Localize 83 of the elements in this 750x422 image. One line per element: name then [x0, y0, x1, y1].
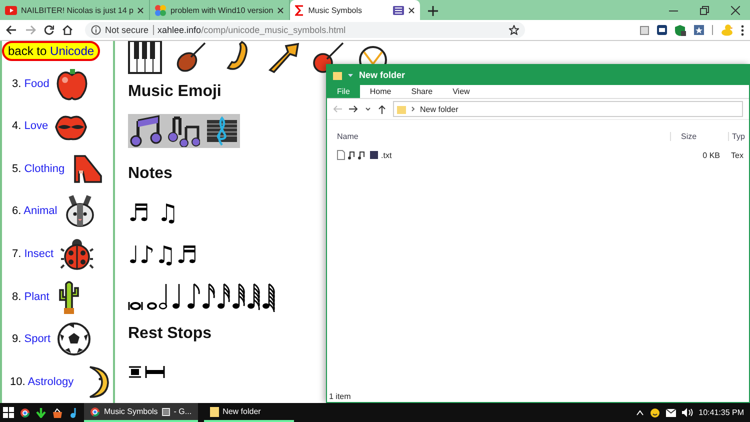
download-icon[interactable] [36, 408, 46, 418]
info-icon [91, 25, 101, 35]
smiley-icon[interactable] [650, 408, 660, 418]
address-bar[interactable]: Not secure xahlee.info/comp/unicode_music_symbols.html [85, 22, 525, 38]
taskbar-button[interactable]: New folder [204, 403, 294, 422]
breadcrumb-text: New folder [420, 104, 458, 114]
plus-icon[interactable] [428, 6, 438, 16]
back-arrow-icon[interactable] [6, 25, 17, 35]
close-icon [408, 6, 416, 14]
video-logo-icon [5, 6, 17, 14]
column-header[interactable]: Size [670, 132, 728, 140]
taskbar-button[interactable]: Music Symbols - G... [84, 403, 198, 422]
section-heading: Notes [128, 164, 172, 184]
forward-arrow-icon[interactable] [349, 105, 358, 113]
sigma-icon [295, 4, 304, 16]
column-header[interactable]: Typ [728, 132, 749, 140]
browser-icon[interactable] [20, 408, 30, 418]
ribbon-tab[interactable]: Share [401, 85, 443, 98]
chevron-up-icon[interactable] [636, 410, 644, 416]
music-score-icon [393, 6, 404, 14]
status-text: 1 item [328, 392, 352, 402]
close-icon[interactable] [731, 6, 740, 14]
home-icon[interactable] [62, 25, 73, 35]
music-note-icon[interactable] [69, 407, 78, 418]
file-type: Tex [730, 150, 744, 160]
ribbon-tab[interactable]: View [442, 85, 480, 98]
file-row[interactable]: .txt 0 KB Tex [327, 147, 749, 163]
dropdown-icon[interactable] [347, 72, 354, 78]
clock-time: 10:41:35 PM [698, 408, 745, 417]
ribbon-tab[interactable]: Home [360, 85, 402, 98]
apple-icon [55, 66, 90, 101]
category-link[interactable]: 4. Love [12, 120, 48, 132]
pinwheel-icon [155, 4, 166, 16]
text-file-icon [337, 150, 345, 160]
soccer-ball-icon [56, 322, 91, 356]
speaker-icon[interactable] [682, 408, 693, 417]
close-icon [277, 6, 284, 14]
music-note-icon [130, 115, 162, 147]
security-label: Not secure [105, 25, 149, 35]
category-link[interactable]: 7. Insect [12, 248, 54, 260]
ladybug-icon [60, 236, 94, 271]
restore-icon[interactable] [700, 6, 709, 14]
shield-icon[interactable] [675, 24, 686, 36]
category-link[interactable]: 3. Food [12, 78, 50, 90]
folder-icon [210, 406, 219, 416]
category-link[interactable]: 6. Animal [12, 205, 58, 218]
rest-icon [128, 366, 142, 378]
music-notes-icon [168, 115, 200, 147]
category-link[interactable]: 10. Astrology [10, 376, 74, 388]
address-bar[interactable]: New folder [393, 101, 743, 117]
back-to-unicode-button[interactable]: back to Unicode [2, 41, 100, 61]
music-notes-icon [348, 150, 378, 160]
mail-icon[interactable] [666, 408, 676, 416]
chevron-down-icon[interactable] [365, 106, 371, 112]
browser-icon [90, 406, 100, 416]
category-link[interactable]: 9. Sport [12, 333, 51, 346]
file-name: .txt [381, 150, 392, 160]
music-score-icon [162, 408, 170, 416]
extension-icon[interactable] [694, 25, 704, 35]
browser-tab[interactable]: Music Symbols [290, 0, 420, 20]
music-notes-text: ♩♪♫♬ [128, 240, 199, 271]
reload-icon[interactable] [44, 25, 54, 35]
up-arrow-icon[interactable] [378, 104, 386, 114]
music-notes-text: ♬ ♫ [128, 198, 180, 229]
close-icon [137, 6, 144, 14]
music-score-icon [206, 115, 238, 147]
file-size: 0 KB [702, 150, 721, 160]
column-header[interactable]: Name [327, 132, 670, 140]
chevron-right-icon [411, 106, 415, 112]
section-heading: Music Emoji [128, 82, 222, 102]
star-icon[interactable] [509, 25, 519, 35]
menu-icon[interactable] [741, 24, 744, 36]
basket-icon[interactable] [52, 408, 63, 418]
category-link[interactable]: 8. Plant [12, 290, 50, 303]
window-title: New folder [359, 70, 406, 80]
start-icon[interactable] [3, 407, 14, 418]
rest-icon [145, 366, 165, 378]
folder-icon [397, 104, 406, 114]
url-text: xahlee.info/comp/unicode_music_symbols.html [158, 25, 346, 35]
ribbon-tab[interactable]: File [327, 85, 360, 98]
category-link[interactable]: 5. Clothing [12, 162, 65, 175]
folder-icon [333, 70, 342, 80]
section-heading: Rest Stops [128, 324, 212, 344]
